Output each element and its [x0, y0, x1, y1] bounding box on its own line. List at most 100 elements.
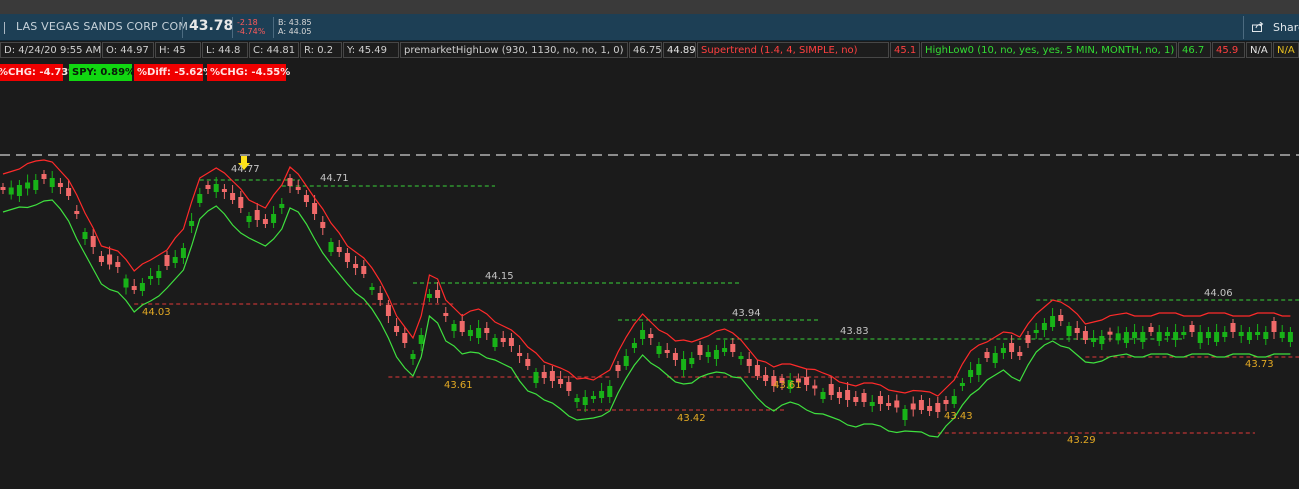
candle-body — [976, 364, 982, 375]
candle-body — [1181, 332, 1187, 335]
candle-body — [541, 372, 547, 378]
candle-body — [131, 286, 137, 290]
candle-body — [246, 216, 252, 222]
candle-body — [205, 185, 211, 189]
candle-body — [574, 398, 580, 402]
candle-body — [426, 294, 432, 298]
candle-body — [508, 338, 514, 346]
candle-body — [353, 264, 359, 268]
candle-body — [1099, 336, 1105, 344]
candle-body — [549, 371, 555, 381]
candle-body — [1132, 332, 1138, 338]
candle-body — [1271, 321, 1277, 332]
candle-body — [90, 236, 96, 247]
candle-body — [1279, 332, 1285, 338]
candle-body — [189, 221, 195, 226]
candle-body — [418, 335, 424, 344]
candle-body — [467, 330, 473, 336]
candle-body — [16, 185, 22, 196]
candle-body — [640, 330, 646, 339]
candle-body — [1000, 348, 1006, 353]
candle-body — [845, 390, 851, 400]
candle-body — [1058, 315, 1064, 321]
candle-body — [238, 197, 244, 208]
candle-body — [1205, 332, 1211, 338]
candle-body — [1148, 327, 1154, 332]
candle-body — [582, 397, 588, 405]
candle-body — [435, 290, 441, 298]
candle-body — [74, 211, 80, 214]
candle-body — [1074, 328, 1080, 333]
candle-body — [927, 406, 933, 411]
candle-body — [1050, 316, 1056, 327]
candle-body — [951, 396, 957, 404]
candle-body — [1222, 332, 1228, 337]
candle-body — [1156, 332, 1162, 341]
candle-body — [943, 400, 949, 404]
candle-body — [681, 359, 687, 370]
candle-body — [722, 348, 728, 352]
candle-body — [1230, 323, 1236, 332]
candle-body — [98, 256, 104, 262]
candle-body — [500, 338, 506, 342]
candle-body — [402, 333, 408, 343]
candle-body — [8, 187, 14, 195]
price-chart[interactable]: 44.77 44.71 44.15 43.94 43.83 44.06 44.03 43.61… — [0, 0, 1299, 489]
candle-body — [287, 178, 293, 186]
candle-body — [804, 377, 810, 385]
candle-body — [1091, 338, 1097, 342]
swing-low-label: 43.61 — [773, 380, 802, 391]
candle-body — [271, 214, 277, 223]
candle-body — [623, 356, 629, 366]
candle-body — [861, 393, 867, 402]
candle-body — [344, 253, 350, 262]
candle-body — [1238, 332, 1244, 336]
candle-body — [959, 383, 965, 386]
candle-body — [910, 403, 916, 410]
candle-body — [984, 352, 990, 358]
candle-body — [262, 219, 268, 224]
candle-body — [697, 345, 703, 355]
candle-body — [648, 334, 654, 338]
candle-body — [1287, 332, 1293, 342]
candle-body — [1082, 331, 1088, 340]
candle-body — [0, 187, 6, 190]
swing-low-label: 43.61 — [444, 380, 473, 391]
candle-body — [968, 370, 974, 377]
candle-body — [1041, 323, 1047, 330]
candle-body — [49, 178, 55, 187]
candle-body — [328, 242, 334, 252]
candle-body — [1197, 332, 1203, 343]
candle-body — [853, 397, 859, 402]
candle-body — [533, 372, 539, 383]
candle-body — [558, 379, 564, 384]
candle-body — [180, 248, 186, 258]
candle-body — [1246, 332, 1252, 340]
candle-body — [451, 324, 457, 331]
candle-body — [566, 382, 572, 391]
swing-high-label: 43.94 — [732, 308, 761, 319]
candle-body — [869, 402, 875, 406]
candle-body — [369, 287, 375, 290]
candle-body — [295, 187, 301, 190]
candle-body — [746, 359, 752, 366]
candle-body — [213, 184, 219, 192]
candle-body — [82, 232, 88, 239]
candle-body — [254, 210, 260, 220]
candle-body — [812, 385, 818, 389]
candle-body — [656, 346, 662, 354]
candle-body — [1255, 332, 1261, 335]
candle-body — [1173, 332, 1179, 340]
candle-body — [312, 203, 318, 214]
candle-body — [1009, 343, 1015, 352]
candle-body — [992, 353, 998, 363]
candle-body — [172, 257, 178, 263]
candle-body — [828, 384, 834, 395]
candle-body — [517, 353, 523, 356]
candle-body — [918, 400, 924, 410]
swing-high-label: 44.71 — [320, 173, 349, 184]
candle-body — [148, 276, 154, 279]
candle-body — [107, 254, 113, 265]
candle-body — [1214, 332, 1220, 342]
candle-body — [320, 222, 326, 228]
